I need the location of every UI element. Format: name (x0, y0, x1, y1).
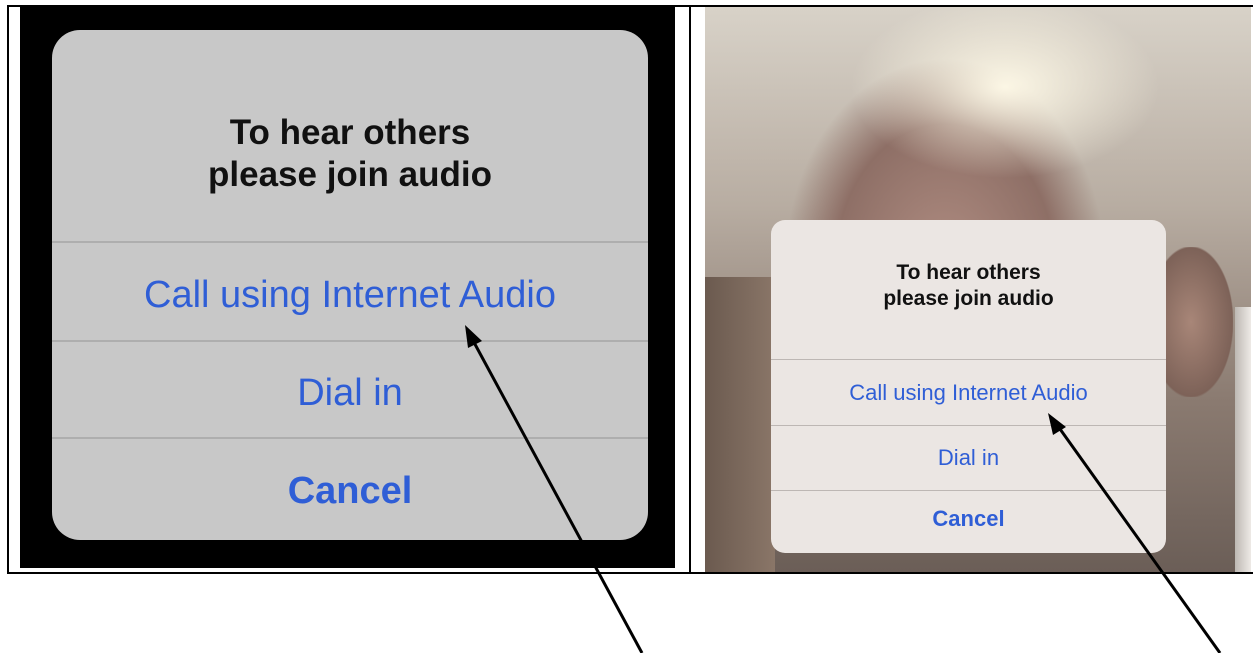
arrow-right (1048, 413, 1222, 653)
arrow-left (465, 325, 644, 653)
annotation-arrows (465, 325, 1222, 653)
